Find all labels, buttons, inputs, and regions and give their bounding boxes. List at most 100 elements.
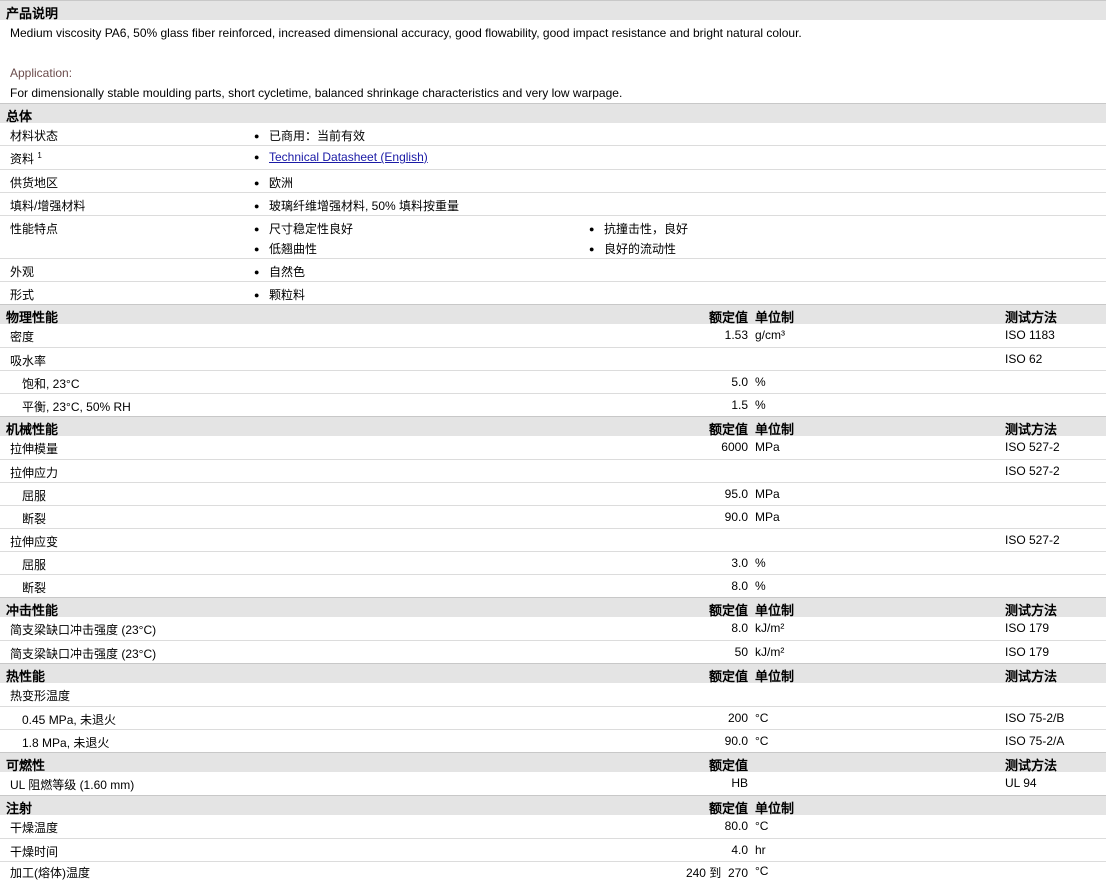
row-unit: MPa (755, 440, 780, 454)
bullet-icon: ● (254, 267, 260, 277)
list-item: ● 低翘曲性 (254, 242, 318, 256)
table-row: 断裂 8.0 % (0, 575, 1106, 597)
row-label: 资料 1 (10, 151, 42, 166)
bullet-icon: ● (254, 201, 260, 211)
general-row-filler: 填料/增强材料 ● 玻璃纤维增强材料, 50% 填料按重量 (0, 193, 1106, 216)
row-label: 材料状态 (10, 129, 59, 143)
section-header-injection: 注射 额定值 单位制 (0, 795, 1106, 816)
row-value: 5.0 (731, 375, 748, 389)
table-row: 简支梁缺口冲击强度 (23°C) 50 kJ/m² ISO 179 (0, 641, 1106, 663)
row-value: 6000 (721, 440, 748, 454)
list-item: ● 欧洲 (254, 176, 294, 190)
application-label: Application: (10, 66, 73, 80)
footnote-marker: 1 (37, 151, 42, 160)
list-item: ● 良好的流动性 (589, 242, 677, 256)
row-value: 90.0 (724, 734, 748, 748)
table-row: 屈服 3.0 % (0, 552, 1106, 575)
table-row: 屈服 95.0 MPa (0, 483, 1106, 506)
bullet-icon: ● (254, 224, 260, 234)
row-label: 加工(熔体)温度 (10, 866, 90, 880)
section-header-mechanical: 机械性能 额定值 单位制 测试方法 (0, 416, 1106, 437)
section-title: 产品说明 (6, 6, 59, 21)
table-row: 饱和, 23°C 5.0 % (0, 371, 1106, 394)
row-unit: °C (755, 711, 769, 725)
list-item: ● 自然色 (254, 265, 306, 279)
row-label: 断裂 (22, 512, 47, 526)
row-method: ISO 527-2 (1005, 440, 1060, 454)
list-item: ● 玻璃纤维增强材料, 50% 填料按重量 (254, 199, 460, 213)
row-label: 密度 (10, 330, 35, 344)
row-label: 屈服 (22, 558, 47, 572)
list-item: ● 已商用：当前有效 (254, 129, 366, 143)
row-label: 填料/增强材料 (10, 199, 86, 213)
row-method: ISO 179 (1005, 645, 1050, 659)
row-label: 干燥温度 (10, 821, 59, 835)
bullet-icon: ● (254, 131, 260, 141)
row-unit: °C (755, 819, 769, 833)
table-row: 吸水率 ISO 62 (0, 348, 1106, 371)
row-label: 形式 (10, 288, 35, 302)
row-label: 屈服 (22, 489, 47, 503)
row-method: ISO 527-2 (1005, 464, 1060, 478)
list-item: ● 抗撞击性，良好 (589, 222, 689, 236)
section-header-impact: 冲击性能 额定值 单位制 测试方法 (0, 597, 1106, 618)
bullet-icon: ● (589, 224, 595, 234)
table-row: 拉伸应力 ISO 527-2 (0, 460, 1106, 483)
row-label: 平衡, 23°C, 50% RH (22, 400, 131, 414)
row-label: 干燥时间 (10, 845, 59, 859)
row-value: 95.0 (724, 487, 748, 501)
row-label: 热变形温度 (10, 689, 71, 703)
row-method: ISO 75-2/A (1005, 734, 1065, 748)
row-value: 240 到 270 (685, 866, 748, 880)
general-row-form: 形式 ● 颗粒料 (0, 282, 1106, 304)
row-label: 外观 (10, 265, 35, 279)
row-unit: kJ/m² (755, 645, 785, 659)
row-value: HB (731, 776, 748, 790)
row-value: 3.0 (731, 556, 748, 570)
general-row-appearance: 外观 ● 自然色 (0, 259, 1106, 282)
product-description-text: Medium viscosity PA6, 50% glass fiber re… (10, 26, 802, 40)
bullet-icon: ● (254, 178, 260, 188)
table-row: 热变形温度 (0, 683, 1106, 707)
row-value: 90.0 (724, 510, 748, 524)
row-label: 吸水率 (10, 354, 47, 368)
table-row: 加工(熔体)温度 240 到 270 °C (0, 862, 1106, 880)
row-label: 0.45 MPa, 未退火 (22, 713, 117, 727)
row-unit: MPa (755, 487, 780, 501)
list-item: ● 颗粒料 (254, 288, 306, 302)
row-label: 1.8 MPa, 未退火 (22, 736, 110, 750)
row-value: 50 (734, 645, 748, 659)
row-label: 拉伸应力 (10, 466, 59, 480)
row-method: ISO 1183 (1005, 328, 1055, 342)
bullet-icon: ● (254, 244, 260, 254)
row-label: 简支梁缺口冲击强度 (23°C) (10, 647, 157, 661)
row-label: 供货地区 (10, 176, 59, 190)
row-method: ISO 62 (1005, 352, 1043, 366)
general-row-material-status: 材料状态 ● 已商用：当前有效 (0, 123, 1106, 146)
row-label: 饱和, 23°C (22, 377, 80, 391)
row-unit: °C (755, 864, 769, 878)
row-method: ISO 75-2/B (1005, 711, 1065, 725)
general-row-features: 性能特点 ● 尺寸稳定性良好 ● 抗撞击性，良好 ● 低翘曲性 ● 良好的流动性 (0, 216, 1106, 259)
row-unit: MPa (755, 510, 780, 524)
table-row: UL 阻燃等级 (1.60 mm) HB UL 94 (0, 772, 1106, 795)
row-unit: hr (755, 843, 766, 857)
row-method: UL 94 (1005, 776, 1037, 790)
technical-datasheet-link[interactable]: Technical Datasheet (English) (269, 150, 428, 164)
row-value: 1.5 (731, 398, 748, 412)
table-row: 密度 1.53 g/cm³ ISO 1183 (0, 324, 1106, 348)
section-header-physical: 物理性能 额定值 单位制 测试方法 (0, 304, 1106, 325)
section-header-flammability: 可燃性 额定值 测试方法 (0, 752, 1106, 773)
section-header-general: 总体 (0, 103, 1106, 124)
row-unit: kJ/m² (755, 621, 785, 635)
row-unit: % (755, 375, 766, 389)
table-row: 0.45 MPa, 未退火 200 °C ISO 75-2/B (0, 707, 1106, 730)
table-row: 拉伸模量 6000 MPa ISO 527-2 (0, 436, 1106, 460)
application-text: For dimensionally stable moulding parts,… (10, 86, 623, 100)
row-value: 200 (727, 711, 748, 725)
row-value: 8.0 (731, 621, 748, 635)
bullet-icon: ● (254, 152, 260, 162)
row-value: 80.0 (724, 819, 748, 833)
row-unit: % (755, 556, 766, 570)
row-label: UL 阻燃等级 (1.60 mm) (10, 778, 135, 792)
